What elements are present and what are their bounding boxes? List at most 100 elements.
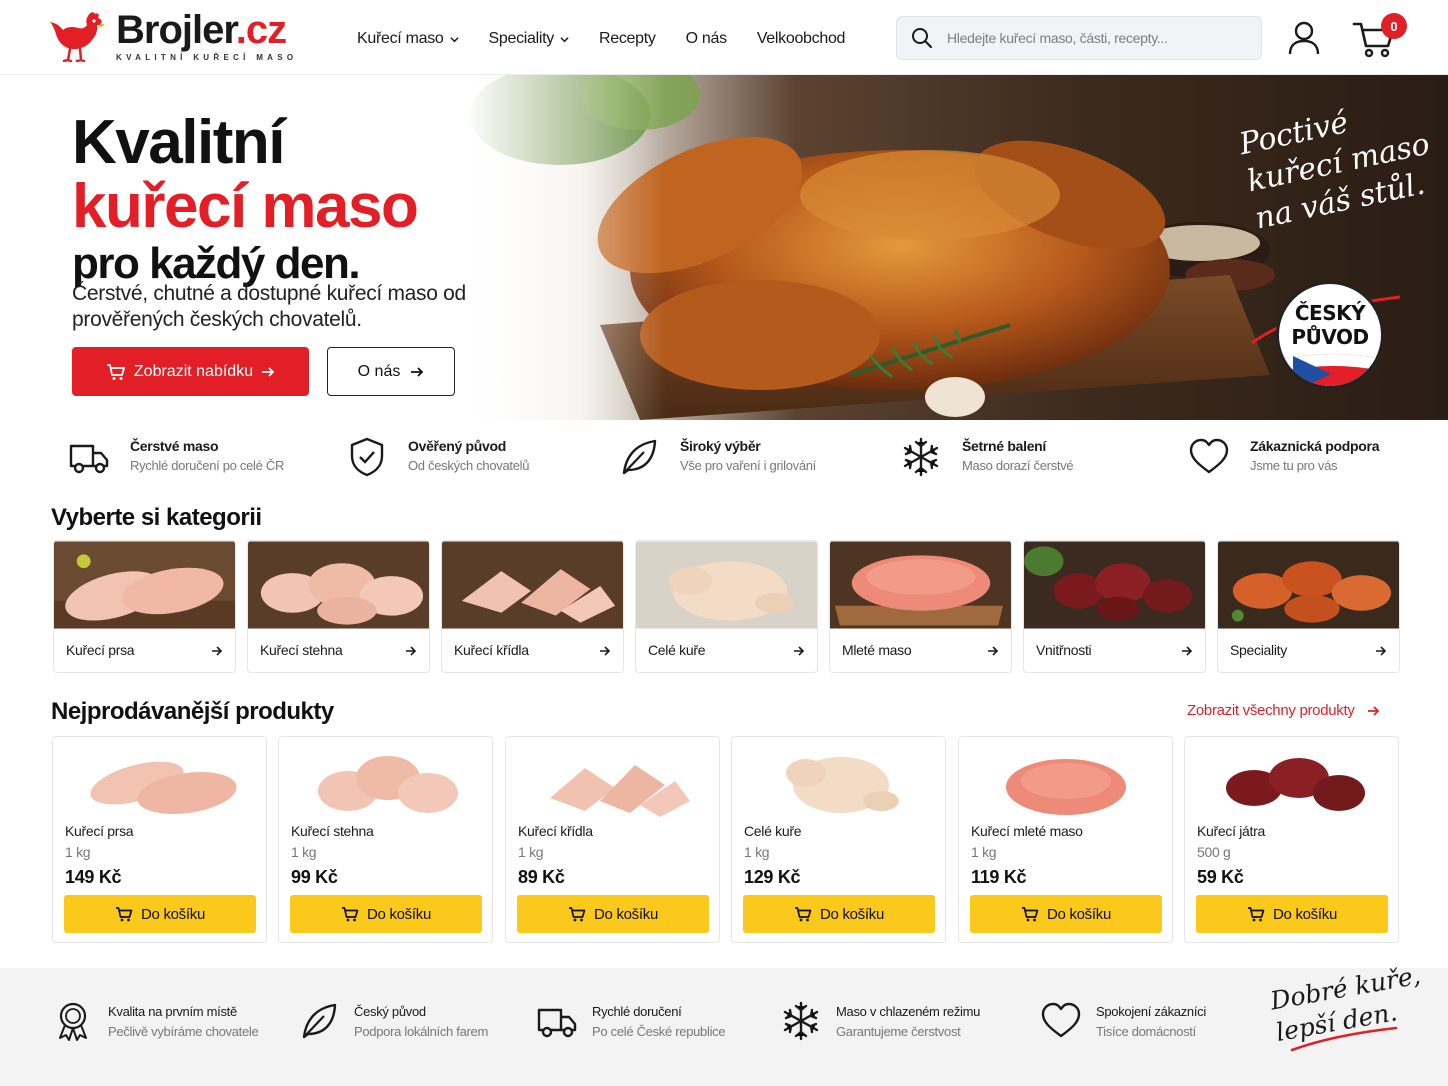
see-all-label: Zobrazit všechny produkty bbox=[1187, 702, 1355, 719]
category-card-minced[interactable]: Mleté maso bbox=[829, 540, 1012, 673]
footer-feature-subtitle: Tisíce domácností bbox=[1096, 1024, 1196, 1039]
cart-icon bbox=[116, 907, 133, 922]
add-to-cart-button[interactable]: Do košíku bbox=[517, 895, 709, 933]
features-strip: Čerstvé maso Rychlé doručení po celé ČR … bbox=[0, 420, 1448, 500]
user-account-icon[interactable] bbox=[1287, 20, 1321, 56]
product-price: 99 Kč bbox=[291, 867, 338, 887]
nav-item-o-nas[interactable]: O nás bbox=[685, 30, 728, 48]
category-label: Kuřecí stehna bbox=[260, 642, 343, 658]
search-input[interactable] bbox=[947, 30, 1247, 46]
add-to-cart-label: Do košíku bbox=[141, 905, 205, 923]
hen-icon bbox=[50, 12, 105, 62]
site-header: Brojler.cz KVALITNÍ KUŘECÍ MASO Kuřecí m… bbox=[0, 0, 1448, 75]
brand-name: Brojler.cz bbox=[116, 8, 287, 52]
add-to-cart-button[interactable]: Do košíku bbox=[970, 895, 1162, 933]
show-offer-button[interactable]: Zobrazit nabídku bbox=[72, 347, 309, 396]
product-weight: 1 kg bbox=[65, 844, 91, 860]
add-to-cart-button[interactable]: Do košíku bbox=[1196, 895, 1388, 933]
award-ribbon-icon bbox=[59, 1002, 87, 1041]
nav-label: O nás bbox=[685, 30, 728, 47]
cart-icon bbox=[795, 907, 812, 922]
nav-item-recepty[interactable]: Recepty bbox=[599, 30, 656, 48]
feature-customer-support: Zákaznická podpora Jsme tu pro vás bbox=[1188, 436, 1380, 478]
nav-item-speciality[interactable]: Speciality bbox=[489, 30, 569, 48]
product-weight: 1 kg bbox=[291, 844, 317, 860]
product-weight: 1 kg bbox=[971, 844, 997, 860]
add-to-cart-button[interactable]: Do košíku bbox=[290, 895, 482, 933]
cart-icon bbox=[342, 907, 359, 922]
product-card-thighs: Kuřecí stehna 1 kg 99 Kč Do košíku bbox=[278, 736, 493, 943]
product-name: Celé kuře bbox=[744, 823, 802, 839]
category-card-breast[interactable]: Kuřecí prsa bbox=[53, 540, 236, 673]
chicken-wings-image bbox=[442, 541, 623, 629]
nav-item-kureci-maso[interactable]: Kuřecí maso bbox=[357, 30, 459, 48]
snowflake-icon bbox=[903, 437, 939, 477]
product-price: 119 Kč bbox=[971, 867, 1027, 887]
chicken-wings-image bbox=[550, 765, 690, 817]
product-name: Kuřecí játra bbox=[1197, 823, 1265, 839]
add-to-cart-label: Do košíku bbox=[594, 905, 658, 923]
footer-feature-chilled: Maso v chlazeném režimu Garantujeme čers… bbox=[780, 1000, 980, 1042]
category-label: Vnitřnosti bbox=[1036, 642, 1092, 658]
feature-title: Zákaznická podpora bbox=[1250, 438, 1380, 454]
czech-flag-icon bbox=[1279, 353, 1381, 386]
add-to-cart-button[interactable]: Do košíku bbox=[64, 895, 256, 933]
feature-subtitle: Maso dorazí čerstvé bbox=[962, 458, 1074, 473]
feature-title: Šetrné balení bbox=[962, 438, 1047, 454]
products-title: Nejprodávanější produkty bbox=[51, 698, 334, 725]
add-to-cart-label: Do košíku bbox=[367, 905, 431, 923]
add-to-cart-button[interactable]: Do košíku bbox=[743, 895, 935, 933]
footer-feature-subtitle: Podpora lokálních farem bbox=[354, 1024, 489, 1039]
whole-chicken-image bbox=[786, 757, 899, 813]
marinated-chicken-image bbox=[1218, 541, 1399, 629]
chicken-breast-image bbox=[90, 761, 237, 814]
product-price: 59 Kč bbox=[1197, 867, 1244, 887]
category-card-thighs[interactable]: Kuřecí stehna bbox=[247, 540, 430, 673]
footer-feature-title: Český původ bbox=[354, 1004, 426, 1019]
add-to-cart-label: Do košíku bbox=[1047, 905, 1111, 923]
category-card-offal[interactable]: Vnitřnosti bbox=[1023, 540, 1206, 673]
category-card-whole-chicken[interactable]: Celé kuře bbox=[635, 540, 818, 673]
about-us-button[interactable]: O nás bbox=[327, 347, 455, 396]
product-card-whole-chicken: Celé kuře 1 kg 129 Kč Do košíku bbox=[731, 736, 946, 943]
chicken-thighs-image bbox=[248, 541, 429, 629]
show-offer-label: Zobrazit nabídku bbox=[133, 362, 254, 380]
arrow-right-icon bbox=[1367, 705, 1379, 716]
whole-chicken-image bbox=[636, 541, 817, 629]
brand-logo[interactable]: Brojler.cz KVALITNÍ KUŘECÍ MASO bbox=[50, 10, 297, 62]
footer-benefits: Kvalita na prvním místě Pečlivě vybíráme… bbox=[0, 961, 1448, 1086]
hero-headline: Kvalitní kuřecí maso pro každý den. bbox=[72, 111, 419, 289]
red-underline-swash bbox=[1290, 1026, 1398, 1052]
leaf-icon bbox=[622, 439, 657, 475]
category-card-specialties[interactable]: Speciality bbox=[1217, 540, 1400, 673]
nav-item-velkoobchod[interactable]: Velkoobchod bbox=[757, 30, 846, 48]
shield-check-icon bbox=[350, 437, 384, 477]
feature-fresh-meat: Čerstvé maso Rychlé doručení po celé ČR bbox=[68, 436, 284, 478]
category-label: Speciality bbox=[1230, 642, 1287, 658]
footer-feature-delivery: Rychlé doručení Po celé České republice bbox=[536, 1000, 726, 1042]
footer-feature-title: Kvalita na prvním místě bbox=[108, 1004, 237, 1019]
footer-feature-subtitle: Pečlivě vybíráme chovatele bbox=[108, 1024, 259, 1039]
cart-icon bbox=[569, 907, 586, 922]
product-name: Kuřecí prsa bbox=[65, 823, 134, 839]
nav-label: Speciality bbox=[488, 30, 555, 47]
chicken-liver-image bbox=[1226, 758, 1365, 811]
product-name: Kuřecí mleté maso bbox=[971, 823, 1083, 839]
cart-icon bbox=[1022, 907, 1039, 922]
arrow-right-icon bbox=[988, 646, 999, 656]
footer-feature-quality: Kvalita na prvním místě Pečlivě vybíráme… bbox=[52, 1000, 259, 1042]
search-icon[interactable] bbox=[911, 27, 933, 49]
feature-gentle-packaging: Šetrné balení Maso dorazí čerstvé bbox=[900, 436, 1074, 478]
categories-title: Vyberte si kategorii bbox=[51, 504, 262, 531]
product-name: Kuřecí stehna bbox=[291, 823, 374, 839]
footer-feature-subtitle: Po celé České republice bbox=[592, 1024, 726, 1039]
minced-meat-image bbox=[830, 541, 1011, 629]
see-all-products-link[interactable]: Zobrazit všechny produkty bbox=[1187, 702, 1380, 719]
cart-count-badge: 0 bbox=[1381, 13, 1407, 39]
footer-feature-title: Rychlé doručení bbox=[592, 1004, 682, 1019]
product-price: 129 Kč bbox=[744, 867, 801, 887]
brand-tagline: KVALITNÍ KUŘECÍ MASO bbox=[116, 53, 298, 62]
category-card-wings[interactable]: Kuřecí křídla bbox=[441, 540, 624, 673]
footer-feature-title: Maso v chlazeném režimu bbox=[836, 1004, 981, 1019]
badge-line2: PŮVOD bbox=[1291, 325, 1369, 349]
